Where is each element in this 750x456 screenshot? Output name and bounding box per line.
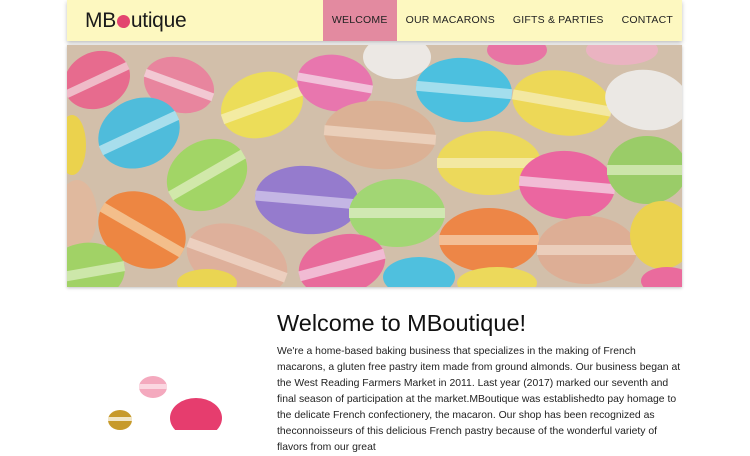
site-logo[interactable]: MB utique: [85, 9, 187, 33]
nav-welcome[interactable]: WELCOME: [322, 0, 397, 41]
page-title: Welcome to MBoutique!: [277, 310, 527, 336]
macarons-decoration-icon: [108, 376, 222, 430]
site-header: MB utique WELCOME OUR MACARONS GIFTS & PA…: [67, 0, 682, 41]
nav-gifts-parties[interactable]: GIFTS & PARTIES: [504, 0, 613, 41]
intro-paragraph: We're a home-based baking business that …: [277, 346, 681, 453]
main-nav: WELCOME OUR MACARONS GIFTS & PARTIES CON…: [322, 0, 682, 41]
logo-mark-icon: [116, 15, 130, 28]
nav-contact[interactable]: CONTACT: [613, 0, 682, 41]
hero-image: [67, 45, 682, 287]
logo-text-left: MB: [85, 9, 116, 32]
logo-text-right: utique: [130, 9, 187, 32]
macarons-photo-icon: [67, 45, 682, 287]
nav-our-macarons[interactable]: OUR MACARONS: [397, 0, 504, 41]
